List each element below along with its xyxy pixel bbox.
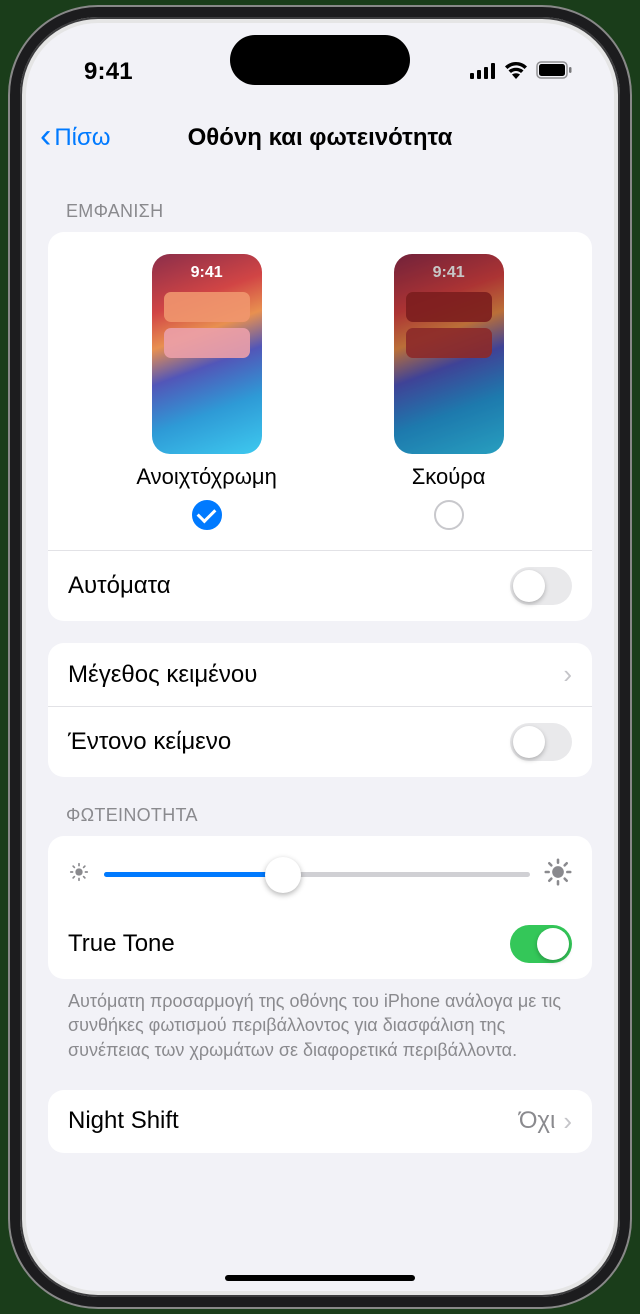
slider-thumb[interactable] — [265, 857, 301, 893]
screen: 9:41 ‹ Πίσω Οθόνη και φωτεινότητα — [26, 23, 614, 1291]
automatic-toggle[interactable] — [510, 567, 572, 605]
cellular-icon — [470, 58, 496, 86]
sun-low-icon — [68, 861, 90, 888]
appearance-selector: 9:41 Ανοιχτόχρωμη 9:41 Σκούρ — [48, 232, 592, 550]
home-indicator[interactable] — [225, 1275, 415, 1281]
chevron-left-icon: ‹ — [40, 119, 51, 153]
appearance-dark-option[interactable]: 9:41 Σκούρα — [394, 254, 504, 530]
nightshift-group: Night Shift Όχι › — [48, 1090, 592, 1153]
dynamic-island — [230, 35, 410, 85]
brightness-header: ΦΩΤΕΙΝΟΤΗΤΑ — [66, 805, 592, 826]
sun-high-icon — [544, 858, 572, 891]
bold-text-label: Έντονο κείμενο — [68, 728, 510, 756]
status-icons — [470, 58, 572, 86]
back-label: Πίσω — [54, 124, 110, 152]
dark-label: Σκούρα — [412, 464, 486, 490]
light-preview: 9:41 — [152, 254, 262, 454]
page-title: Οθόνη και φωτεινότητα — [26, 124, 614, 152]
iphone-frame: 9:41 ‹ Πίσω Οθόνη και φωτεινότητα — [10, 7, 630, 1307]
text-group: Μέγεθος κειμένου › Έντονο κείμενο — [48, 643, 592, 777]
dark-preview: 9:41 — [394, 254, 504, 454]
nightshift-row[interactable]: Night Shift Όχι › — [48, 1090, 592, 1153]
nightshift-label: Night Shift — [68, 1107, 519, 1135]
truetone-toggle[interactable] — [510, 925, 572, 963]
truetone-footer: Αυτόματη προσαρμογή της οθόνης του iPhon… — [48, 979, 592, 1062]
battery-icon — [536, 58, 572, 86]
automatic-label: Αυτόματα — [68, 572, 510, 600]
bold-text-row: Έντονο κείμενο — [48, 706, 592, 777]
appearance-light-option[interactable]: 9:41 Ανοιχτόχρωμη — [136, 254, 276, 530]
nav-bar: ‹ Πίσω Οθόνη και φωτεινότητα — [26, 107, 614, 169]
truetone-label: True Tone — [68, 930, 510, 958]
truetone-row: True Tone — [48, 909, 592, 979]
slider-fill — [104, 872, 283, 877]
status-time: 9:41 — [84, 58, 133, 86]
preview-widget — [164, 328, 250, 358]
wifi-icon — [504, 58, 528, 86]
preview-widget — [406, 292, 492, 322]
content-scroll[interactable]: ΕΜΦΑΝΙΣΗ 9:41 Ανοιχτόχρωμη 9 — [26, 173, 614, 1291]
brightness-slider-row — [48, 836, 592, 909]
text-size-label: Μέγεθος κειμένου — [68, 661, 563, 689]
appearance-group: 9:41 Ανοιχτόχρωμη 9:41 Σκούρ — [48, 232, 592, 621]
brightness-group: True Tone — [48, 836, 592, 979]
light-label: Ανοιχτόχρωμη — [136, 464, 276, 490]
dark-radio[interactable] — [434, 500, 464, 530]
brightness-slider[interactable] — [104, 872, 530, 877]
chevron-right-icon: › — [563, 659, 572, 690]
chevron-right-icon: › — [563, 1106, 572, 1137]
automatic-row: Αυτόματα — [48, 550, 592, 621]
back-button[interactable]: ‹ Πίσω — [40, 123, 111, 153]
preview-widget — [164, 292, 250, 322]
preview-time: 9:41 — [394, 264, 504, 282]
nightshift-value: Όχι — [519, 1107, 556, 1135]
text-size-row[interactable]: Μέγεθος κειμένου › — [48, 643, 592, 706]
light-radio[interactable] — [192, 500, 222, 530]
appearance-header: ΕΜΦΑΝΙΣΗ — [66, 201, 592, 222]
bold-text-toggle[interactable] — [510, 723, 572, 761]
preview-time: 9:41 — [152, 264, 262, 282]
preview-widget — [406, 328, 492, 358]
